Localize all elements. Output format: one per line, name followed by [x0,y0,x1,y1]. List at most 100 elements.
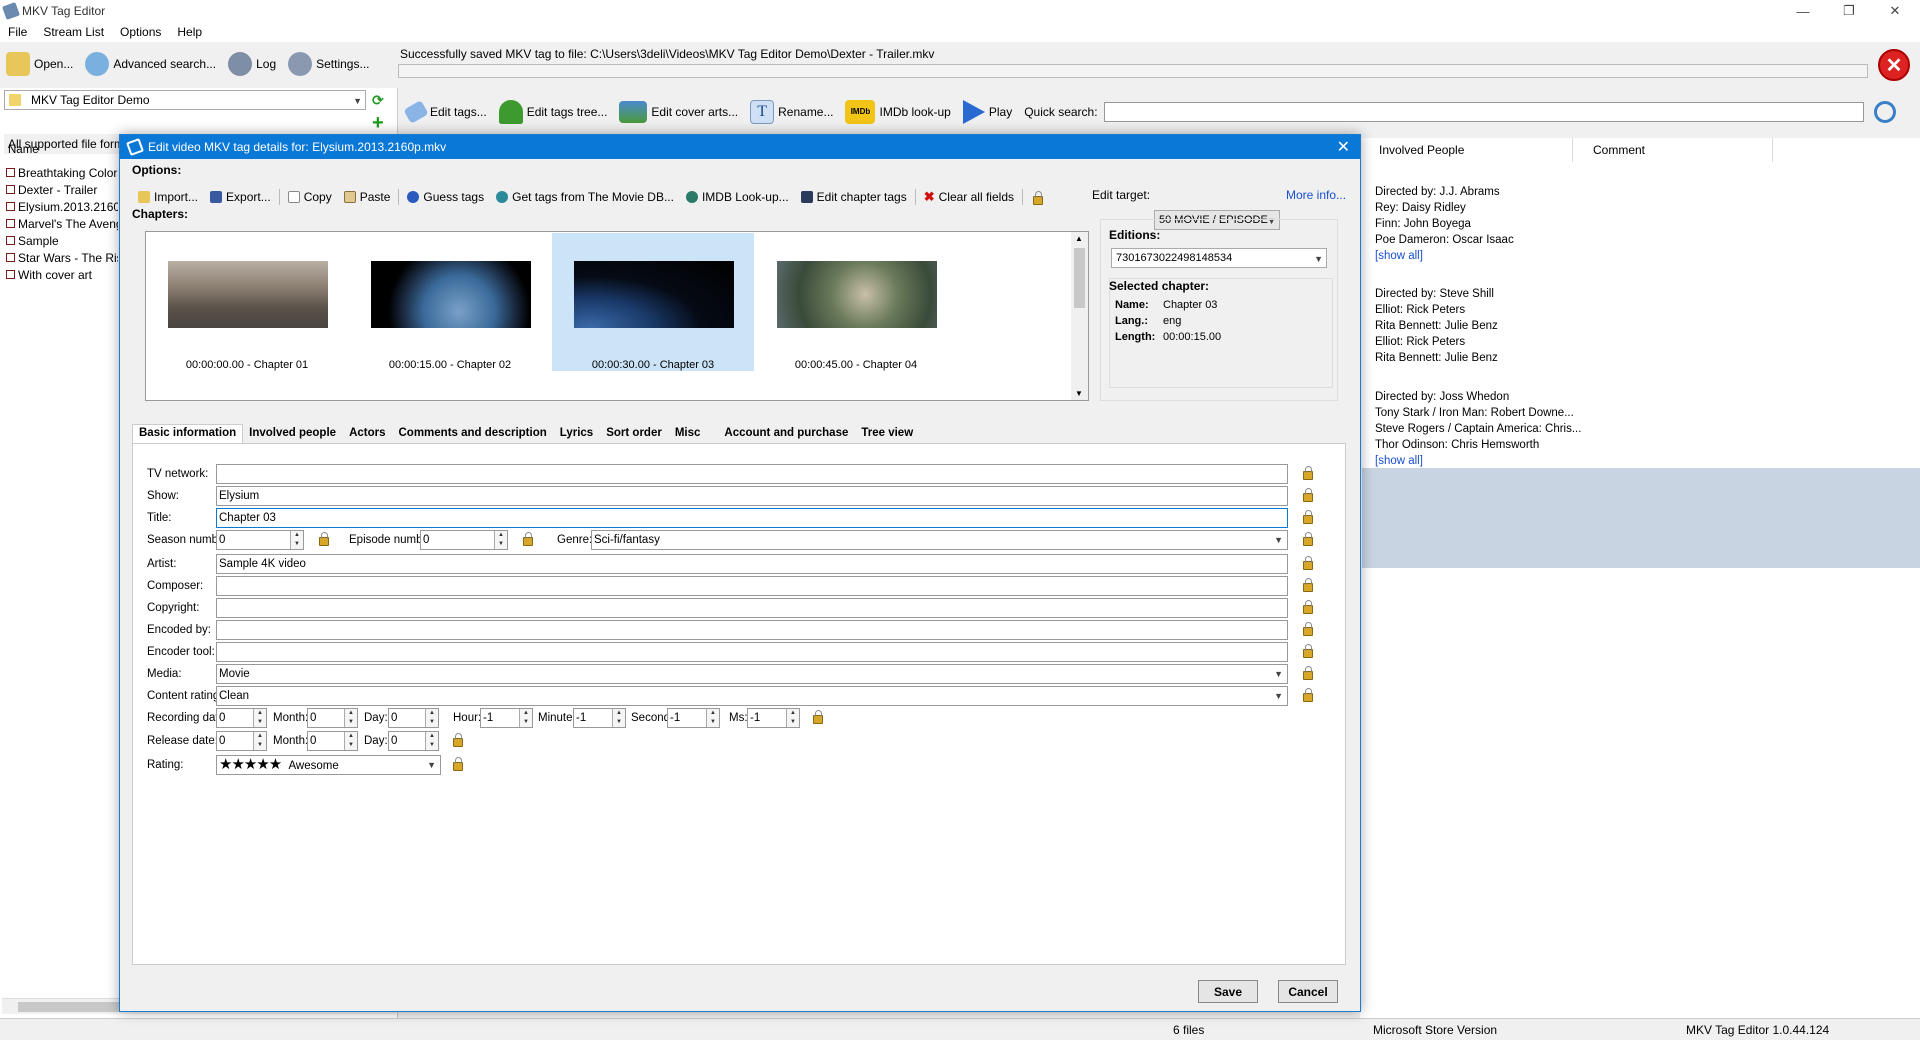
quick-search-input[interactable] [1103,102,1864,122]
comment-header[interactable]: Comment [1573,138,1773,162]
rename-button[interactable]: T Rename... [744,95,839,129]
recording-day-stepper[interactable]: 0 ▲ ▼ [388,708,439,728]
name-column-header[interactable]: Name [8,144,39,156]
edit-chapter-tags-button[interactable]: Edit chapter tags [795,186,913,208]
lock-icon[interactable] [813,710,823,724]
close-window-button[interactable]: ✕ [1872,0,1918,22]
lock-icon[interactable] [1303,600,1313,614]
menu-stream-list[interactable]: Stream List [35,25,112,39]
release-year-stepper[interactable]: 0 ▲ ▼ [216,731,267,751]
show-all-link[interactable]: [show all] [1375,453,1423,469]
menu-options[interactable]: Options [112,25,169,39]
lock-icon[interactable] [1303,510,1313,524]
list-item[interactable]: Marvel's The Aveng [6,215,118,232]
recording-month-stepper[interactable]: 0 ▲ ▼ [307,708,358,728]
encoder-tool-field[interactable] [216,642,1288,662]
recording-second-stepper[interactable]: -1 ▲ ▼ [667,708,720,728]
copyright-field[interactable] [216,598,1288,618]
chapter-thumbnail[interactable]: 00:00:15.00 - Chapter 02 [349,233,551,371]
lock-icon[interactable] [1303,688,1313,702]
lock-icon[interactable] [1303,556,1313,570]
add-icon[interactable]: + [372,113,390,133]
copy-button[interactable]: Copy [282,186,338,208]
list-item[interactable]: Elysium.2013.2160p [6,198,118,215]
edition-select[interactable]: 7301673022498148534 ▼ [1111,248,1327,268]
tab-involved-people[interactable]: Involved people [242,424,343,444]
import-button[interactable]: Import... [132,186,204,208]
stop-icon[interactable]: ✕ [1878,49,1910,81]
lock-icon[interactable] [453,733,463,747]
lock-icon[interactable] [1303,488,1313,502]
refresh-icon[interactable]: ⟳ [372,92,388,108]
export-button[interactable]: Export... [204,186,277,208]
lock-icon[interactable] [1303,666,1313,680]
more-info-link[interactable]: More info... [1286,188,1346,202]
edit-tags-tree-button[interactable]: Edit tags tree... [493,95,614,129]
lock-icon[interactable] [523,532,533,546]
advanced-search-button[interactable]: Advanced search... [79,47,222,81]
imdb-lookup-dialog-button[interactable]: IMDB Look-up... [680,186,795,208]
recording-minute-stepper[interactable]: -1 ▲ ▼ [573,708,626,728]
release-month-stepper[interactable]: 0 ▲ ▼ [307,731,358,751]
lock-icon[interactable] [1303,532,1313,546]
composer-field[interactable] [216,576,1288,596]
paste-button[interactable]: Paste [338,186,397,208]
release-day-stepper[interactable]: 0 ▲ ▼ [388,731,439,751]
chapter-thumbnail[interactable]: 00:00:45.00 - Chapter 04 [755,233,957,371]
open-button[interactable]: Open... [0,47,79,81]
involved-people-header[interactable]: Involved People [1360,138,1573,162]
close-icon[interactable]: ✕ [1337,137,1350,157]
chapter-thumbnail-selected[interactable]: 00:00:30.00 - Chapter 03 [552,233,754,371]
lock-icon[interactable] [1303,466,1313,480]
encoded-by-field[interactable] [216,620,1288,640]
imdb-lookup-button[interactable]: IMDb IMDb look-up [839,95,956,129]
episode-number-stepper[interactable]: 0 ▲ ▼ [420,530,508,550]
clear-all-fields-button[interactable]: ✖ Clear all fields [918,186,1020,208]
minimize-button[interactable]: — [1780,0,1826,22]
list-item[interactable]: Dexter - Trailer [6,181,118,198]
show-field[interactable]: Elysium [216,486,1288,506]
restore-button[interactable]: ❐ [1826,0,1872,22]
tab-lyrics[interactable]: Lyrics [553,424,600,444]
log-button[interactable]: Log [222,47,282,81]
recording-year-stepper[interactable]: 0 ▲ ▼ [216,708,267,728]
selected-row[interactable] [1362,468,1920,568]
list-item[interactable]: Star Wars - The Rise [6,249,118,266]
lock-icon[interactable] [453,757,463,771]
lock-icon[interactable] [1033,190,1043,205]
rating-select[interactable]: ★★★★★ Awesome ▼ [216,755,441,775]
recording-hour-stepper[interactable]: -1 ▲ ▼ [480,708,533,728]
media-select[interactable]: Movie ▼ [216,664,1288,684]
content-rating-select[interactable]: Clean ▼ [216,686,1288,706]
tab-sort-order[interactable]: Sort order [599,424,669,444]
edit-tags-button[interactable]: Edit tags... [400,95,493,129]
tv-network-field[interactable] [216,464,1288,484]
list-item[interactable]: Sample [6,232,118,249]
cancel-button[interactable]: Cancel [1278,980,1338,1003]
artist-field[interactable]: Sample 4K video [216,554,1288,574]
lock-icon[interactable] [1303,622,1313,636]
title-field[interactable]: Chapter 03 [216,508,1288,528]
lock-icon[interactable] [319,532,329,546]
chapters-scrollbar[interactable]: ▲ ▼ [1071,232,1088,400]
play-button[interactable]: Play [957,95,1018,129]
chapter-thumbnail[interactable]: 00:00:00.00 - Chapter 01 [146,233,348,371]
folder-select[interactable]: MKV Tag Editor Demo ▼ [4,90,366,110]
tab-misc[interactable]: Misc [668,424,708,444]
tab-comments[interactable]: Comments and description [392,424,554,444]
tab-account-purchase[interactable]: Account and purchase [717,424,855,444]
menu-file[interactable]: File [0,25,35,39]
tab-tree-view[interactable]: Tree view [854,424,920,444]
lock-icon[interactable] [1303,578,1313,592]
recording-ms-stepper[interactable]: -1 ▲ ▼ [747,708,800,728]
menu-help[interactable]: Help [169,25,210,39]
genre-select[interactable]: Sci-fi/fantasy ▼ [591,530,1288,550]
save-button[interactable]: Save [1198,980,1258,1003]
show-all-link[interactable]: [show all] [1375,248,1423,264]
lock-icon[interactable] [1303,644,1313,658]
guess-tags-button[interactable]: Guess tags [401,186,490,208]
season-number-stepper[interactable]: 0 ▲ ▼ [216,530,304,550]
movie-db-button[interactable]: Get tags from The Movie DB... [490,186,680,208]
edit-cover-arts-button[interactable]: Edit cover arts... [613,95,744,129]
settings-button[interactable]: Settings... [282,47,375,81]
